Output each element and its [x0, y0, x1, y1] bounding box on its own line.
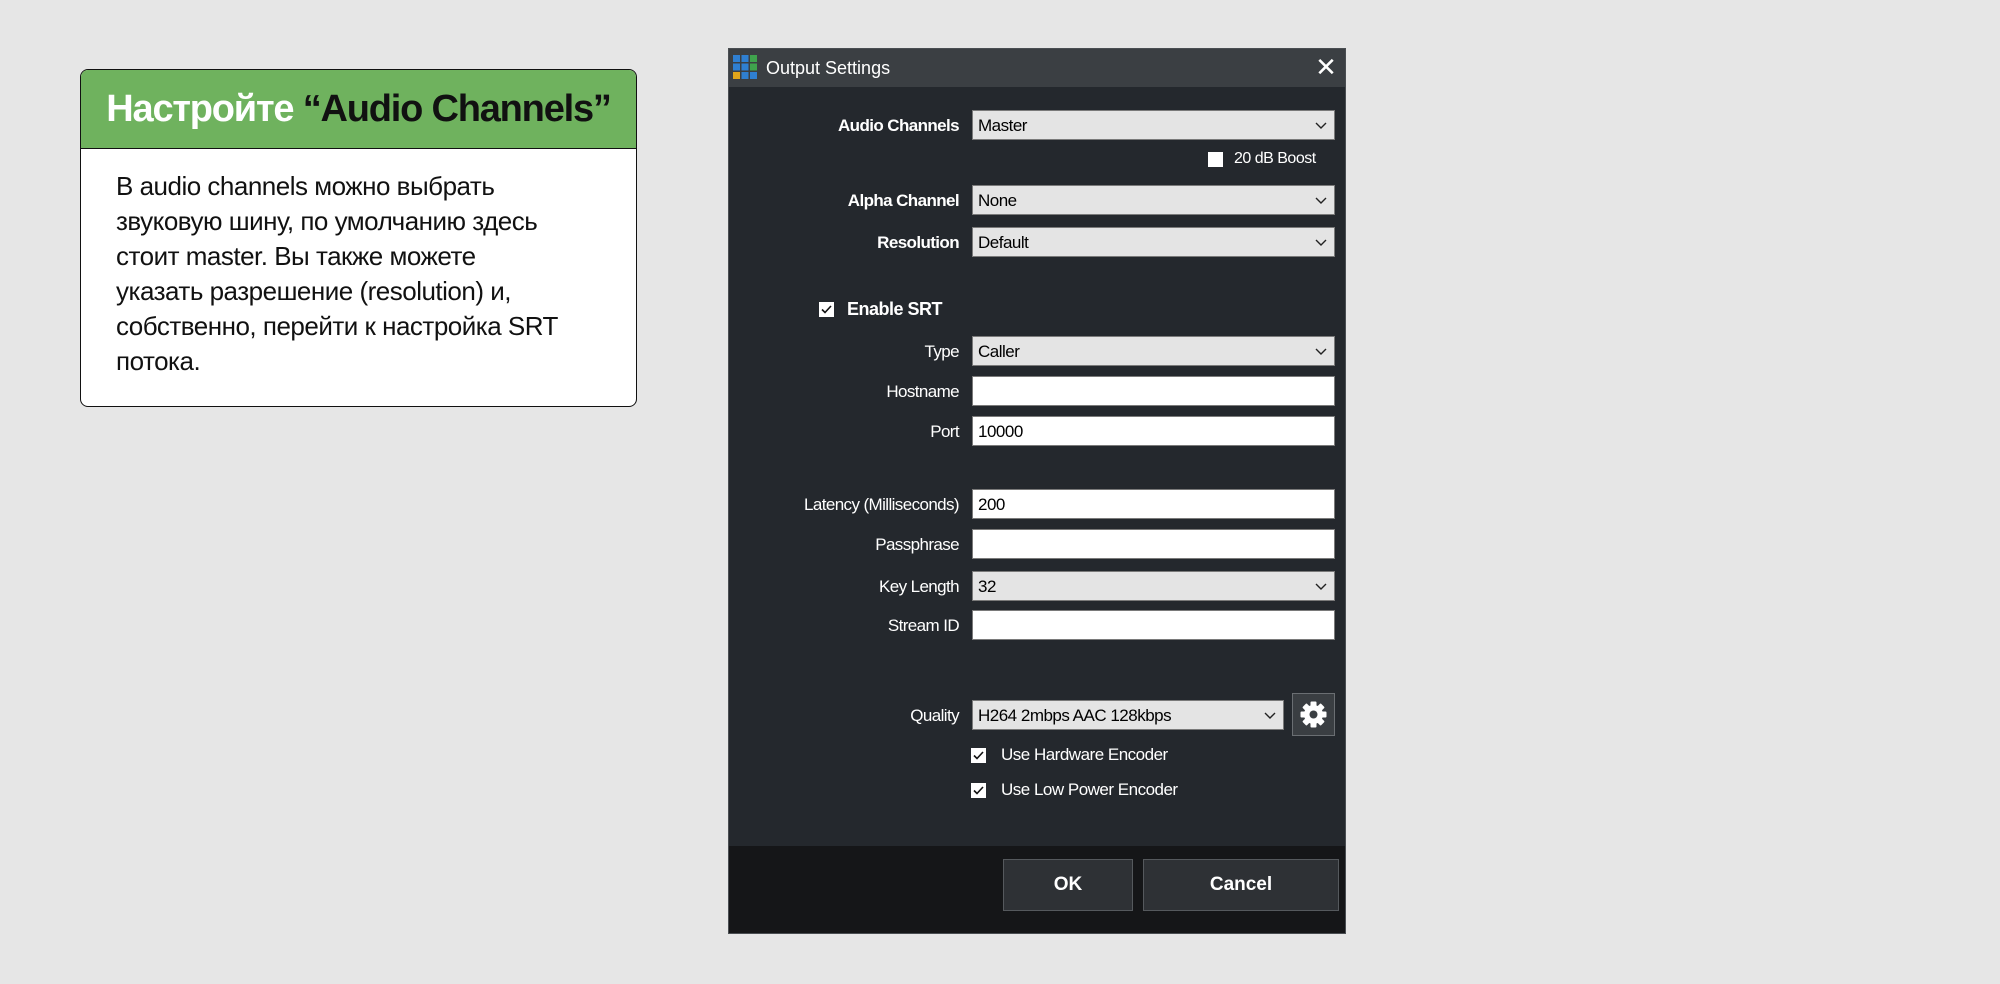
callout-title-accent: “Audio Channels”: [302, 87, 612, 130]
boost-checkbox[interactable]: [1208, 152, 1223, 167]
resolution-select[interactable]: Default: [972, 227, 1335, 257]
callout-body-text: В audio channels можно выбрать звуковую …: [116, 171, 558, 376]
callout-title-prefix: Настройте: [106, 87, 303, 130]
chevron-down-icon: [1315, 348, 1327, 355]
stream-id-label: Stream ID: [887, 616, 960, 635]
passphrase-input[interactable]: [972, 529, 1335, 559]
alpha-channel-select[interactable]: None: [972, 185, 1335, 215]
resolution-label: Resolution: [877, 233, 959, 252]
passphrase-label: Passphrase: [875, 535, 959, 554]
port-value: 10000: [978, 422, 1023, 441]
quality-select[interactable]: H264 2mbps AAC 128kbps: [972, 700, 1284, 730]
key-length-label: Key Length: [878, 577, 960, 596]
low-power-encoder-checkbox[interactable]: [971, 783, 986, 798]
resolution-value: Default: [978, 233, 1029, 252]
chevron-down-icon: [1315, 122, 1327, 129]
type-value: Caller: [978, 342, 1020, 361]
quality-settings-button[interactable]: [1292, 693, 1335, 736]
latency-label: Latency (Milliseconds): [804, 495, 960, 514]
type-select[interactable]: Caller: [972, 336, 1335, 366]
close-icon: ✕: [1315, 52, 1337, 82]
ok-button[interactable]: OK: [1003, 859, 1133, 911]
checkmark-icon: [821, 305, 832, 314]
grid-app-icon: [733, 55, 757, 79]
close-button[interactable]: ✕: [1307, 49, 1345, 87]
alpha-channel-value: None: [978, 191, 1017, 210]
checkmark-icon: [973, 751, 984, 760]
port-input[interactable]: 10000: [972, 416, 1335, 446]
hardware-encoder-label: Use Hardware Encoder: [1001, 745, 1168, 764]
stream-id-input[interactable]: [972, 610, 1335, 640]
chevron-down-icon: [1264, 712, 1276, 719]
latency-value: 200: [978, 495, 1005, 514]
hardware-encoder-checkbox[interactable]: [971, 748, 986, 763]
dialog-title: Output Settings: [766, 58, 891, 78]
cancel-button[interactable]: Cancel: [1143, 859, 1339, 911]
low-power-encoder-label: Use Low Power Encoder: [1001, 780, 1178, 799]
output-settings-dialog: Output Settings ✕ Audio Channels Master …: [728, 48, 1346, 934]
latency-input[interactable]: 200: [972, 489, 1335, 519]
dialog-titlebar[interactable]: Output Settings ✕: [729, 49, 1345, 87]
key-length-select[interactable]: 32: [972, 571, 1335, 601]
quality-value: H264 2mbps AAC 128kbps: [978, 706, 1172, 725]
port-label: Port: [930, 422, 959, 441]
dialog-footer: OK Cancel: [729, 846, 1345, 933]
chevron-down-icon: [1315, 197, 1327, 204]
annotation-callout: Настройте “Audio Channels” В audio chann…: [80, 69, 637, 407]
checkmark-icon: [973, 786, 984, 795]
quality-label: Quality: [910, 706, 959, 725]
chevron-down-icon: [1315, 239, 1327, 246]
callout-header: Настройте “Audio Channels”: [81, 70, 636, 149]
audio-channels-value: Master: [978, 116, 1027, 135]
hostname-label: Hostname: [886, 382, 959, 401]
audio-channels-label: Audio Channels: [838, 116, 960, 135]
hostname-input[interactable]: [972, 376, 1335, 406]
enable-srt-checkbox[interactable]: [819, 302, 834, 317]
gear-icon: [1300, 701, 1327, 728]
audio-channels-select[interactable]: Master: [972, 110, 1335, 140]
alpha-channel-label: Alpha Channel: [847, 191, 960, 210]
chevron-down-icon: [1315, 583, 1327, 590]
enable-srt-label: Enable SRT: [847, 299, 943, 319]
type-label: Type: [924, 342, 960, 361]
key-length-value: 32: [978, 577, 996, 596]
boost-label: 20 dB Boost: [1234, 150, 1316, 167]
